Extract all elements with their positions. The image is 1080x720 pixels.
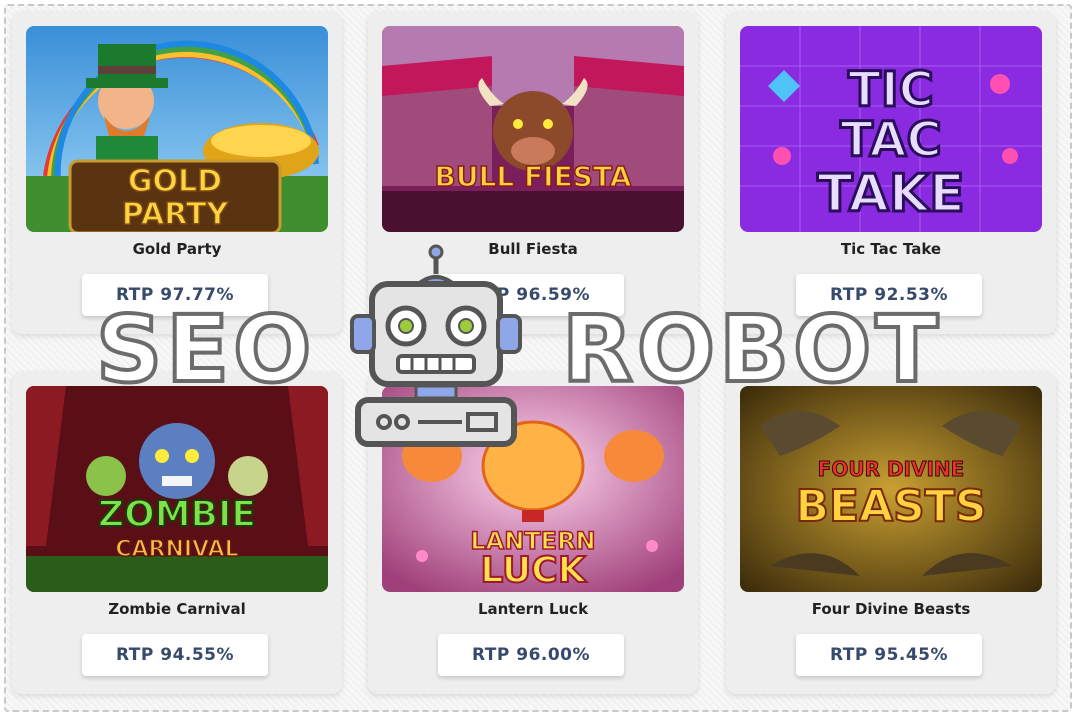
game-card-gold-party[interactable]: GOLD PARTY Gold Party RTP 97.77% — [12, 12, 342, 334]
svg-text:ZOMBIE: ZOMBIE — [98, 494, 256, 535]
zombie-carnival-art: ZOMBIE CARNIVAL — [26, 386, 328, 592]
game-thumbnail-bull-fiesta[interactable]: BULL FIESTA — [382, 26, 684, 232]
svg-text:BULL FIESTA: BULL FIESTA — [435, 160, 632, 193]
game-thumbnail-zombie-carnival[interactable]: ZOMBIE CARNIVAL — [26, 386, 328, 592]
watermark-seo-text: SEO — [94, 296, 316, 403]
game-thumbnail-four-divine-beasts[interactable]: FOUR DIVINE BEASTS — [740, 386, 1042, 592]
robot-icon — [350, 244, 522, 447]
game-card-tic-tac-take[interactable]: TIC TAC TAKE Tic Tac Take RTP 92.53% — [726, 12, 1056, 334]
svg-text:CARNIVAL: CARNIVAL — [115, 537, 238, 562]
rtp-badge[interactable]: RTP 95.45% — [796, 634, 982, 676]
svg-text:GOLD: GOLD — [128, 164, 222, 199]
svg-text:TAC: TAC — [840, 112, 941, 168]
game-title[interactable]: Tic Tac Take — [726, 240, 1056, 258]
game-card-zombie-carnival[interactable]: ZOMBIE CARNIVAL Zombie Carnival RTP 94.5… — [12, 372, 342, 694]
tic-tac-take-art: TIC TAC TAKE — [740, 26, 1042, 232]
gold-party-art: GOLD PARTY — [26, 26, 328, 232]
game-card-four-divine-beasts[interactable]: FOUR DIVINE BEASTS Four Divine Beasts RT… — [726, 372, 1056, 694]
game-title[interactable]: Zombie Carnival — [12, 600, 342, 618]
rtp-badge[interactable]: RTP 94.55% — [82, 634, 268, 676]
game-title[interactable]: Four Divine Beasts — [726, 600, 1056, 618]
watermark-robot-text: ROBOT — [560, 296, 943, 403]
game-thumbnail-tic-tac-take[interactable]: TIC TAC TAKE — [740, 26, 1042, 232]
svg-text:FOUR DIVINE: FOUR DIVINE — [818, 457, 965, 481]
svg-text:TIC: TIC — [848, 62, 934, 118]
svg-text:LUCK: LUCK — [480, 550, 586, 591]
bull-fiesta-art: BULL FIESTA — [382, 26, 684, 232]
game-title[interactable]: Gold Party — [12, 240, 342, 258]
svg-text:BEASTS: BEASTS — [795, 481, 986, 532]
svg-text:TAKE: TAKE — [817, 164, 965, 224]
rtp-badge[interactable]: RTP 96.00% — [438, 634, 624, 676]
game-title[interactable]: Lantern Luck — [368, 600, 698, 618]
four-divine-beasts-art: FOUR DIVINE BEASTS — [740, 386, 1042, 592]
game-thumbnail-gold-party[interactable]: GOLD PARTY — [26, 26, 328, 232]
svg-text:PARTY: PARTY — [122, 197, 230, 232]
